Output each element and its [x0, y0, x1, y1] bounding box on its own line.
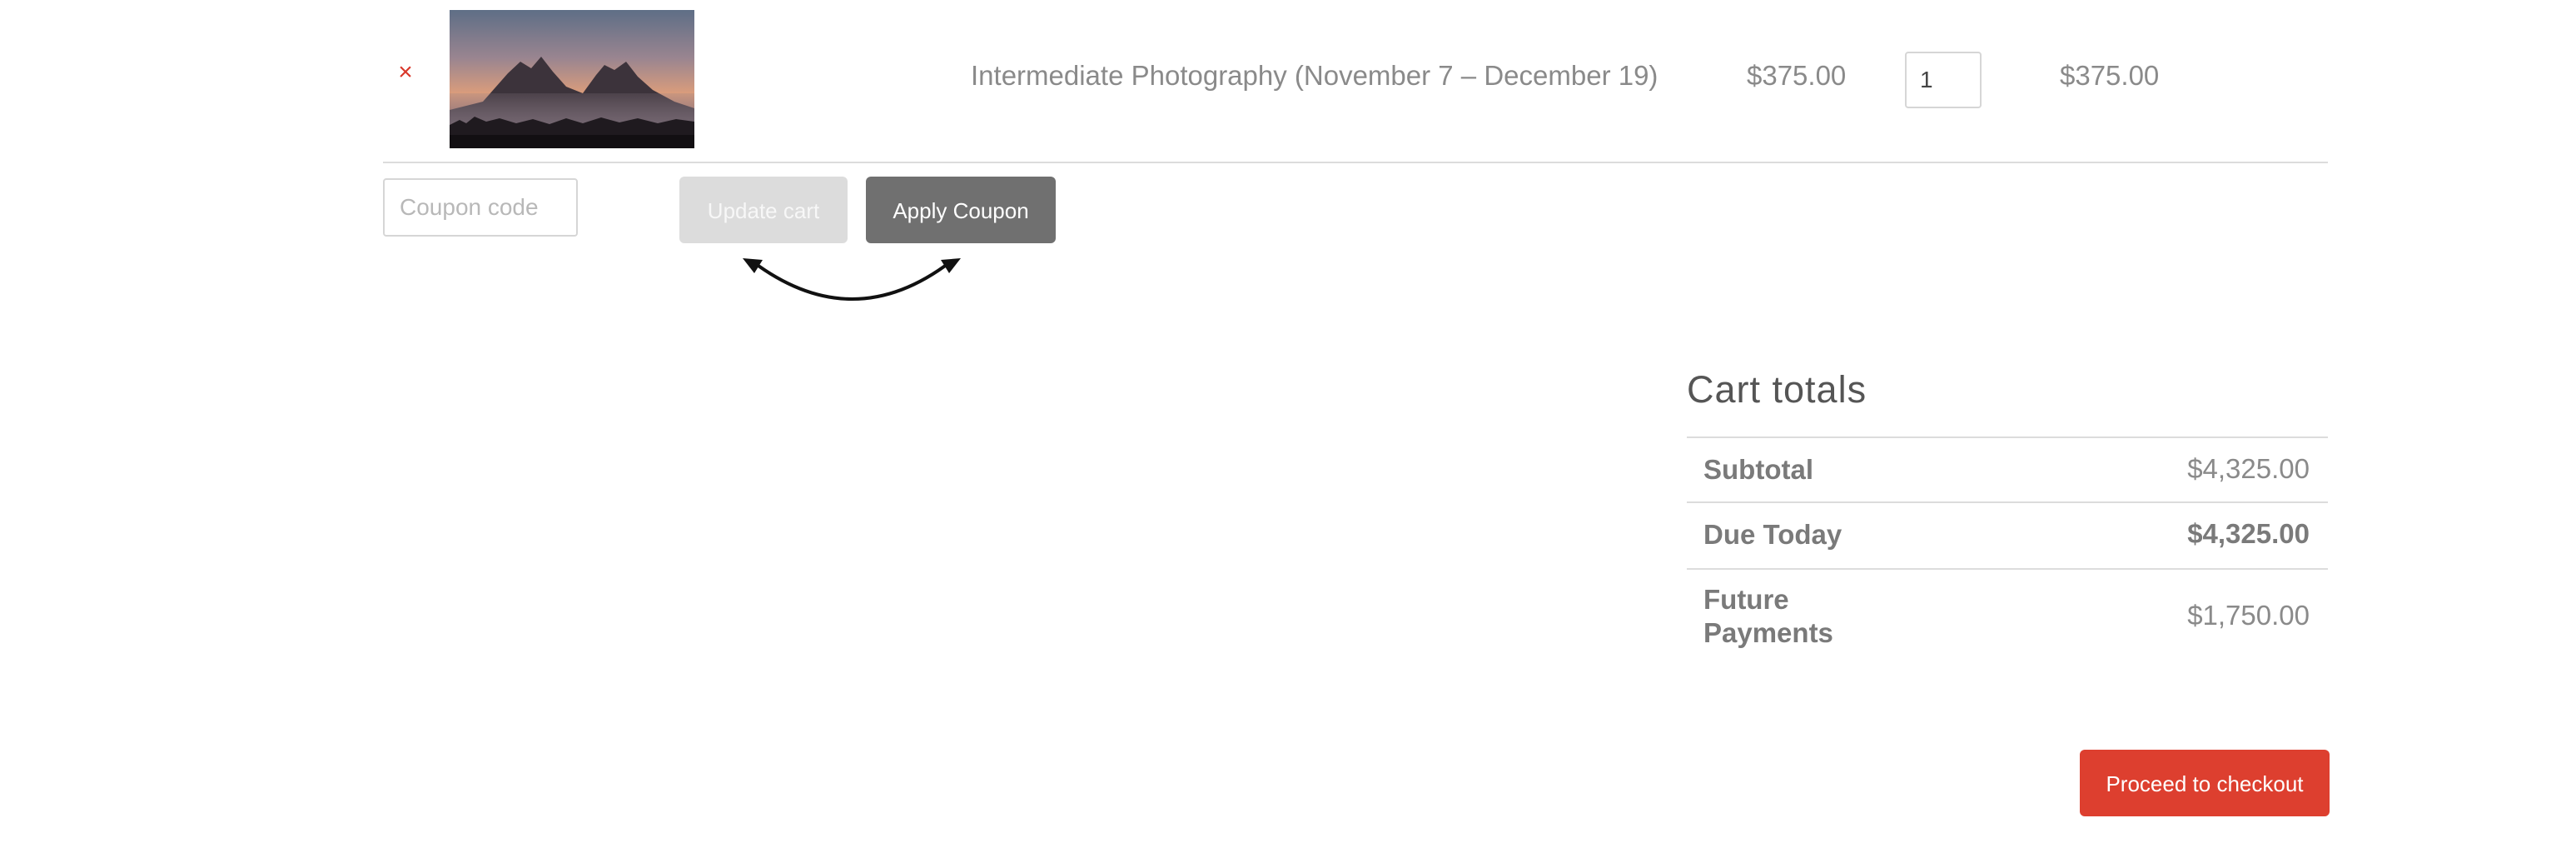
due-today-label: Due Today [1703, 519, 1842, 550]
row-divider [383, 162, 2328, 163]
cart-totals-title: Cart totals [1687, 368, 1867, 411]
product-subtotal: $375.00 [2060, 60, 2160, 91]
mountain-sunset-image [450, 10, 694, 148]
coupon-code-input[interactable] [383, 178, 578, 237]
future-payments-label-line1: Future [1703, 584, 1789, 615]
update-cart-button[interactable]: Update cart [679, 177, 848, 243]
due-today-value: $4,325.00 [2187, 518, 2310, 549]
remove-item-button[interactable]: × [393, 60, 418, 85]
product-thumbnail[interactable] [450, 10, 694, 148]
apply-coupon-button[interactable]: Apply Coupon [866, 177, 1056, 243]
quantity-input[interactable] [1905, 52, 1982, 108]
totals-divider [1687, 436, 2328, 438]
subtotal-value: $4,325.00 [2187, 453, 2310, 484]
proceed-to-checkout-button[interactable]: Proceed to checkout [2080, 750, 2330, 816]
totals-divider [1687, 568, 2328, 570]
curved-double-arrow-icon [741, 250, 964, 314]
product-name-link[interactable]: Intermediate Photography (November 7 – D… [971, 60, 1658, 92]
product-price: $375.00 [1747, 60, 1847, 91]
future-payments-label-line2: Payments [1703, 617, 1833, 648]
future-payments-value: $1,750.00 [2187, 600, 2310, 631]
totals-divider [1687, 501, 2328, 503]
future-payments-label: Future Payments [1703, 583, 1833, 650]
subtotal-label: Subtotal [1703, 454, 1813, 485]
